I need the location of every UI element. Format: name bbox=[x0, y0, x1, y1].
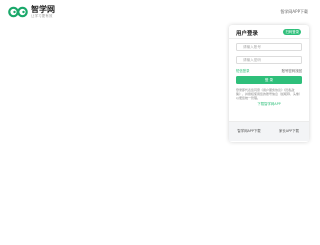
student-app-download-button[interactable]: 智学网APP下载 bbox=[233, 128, 265, 133]
brand-subtitle: 让学习更有效 bbox=[31, 14, 53, 18]
agreement-text: 登录即代表您同意《用户服务协议》《隐私政策》，并授权使用您的账号信息（如昵称、头… bbox=[236, 88, 303, 101]
username-input[interactable] bbox=[236, 43, 302, 51]
parent-app-download-button[interactable]: 家长APP下载 bbox=[273, 128, 305, 133]
login-button[interactable]: 登 录 bbox=[236, 76, 302, 84]
download-app-link[interactable]: 下载智学网APP bbox=[229, 101, 309, 106]
password-input[interactable] bbox=[236, 56, 302, 64]
app-download-bar: 智学网APP下载 家长APP下载 bbox=[229, 121, 309, 141]
brand-text: 智学网 让学习更有效 bbox=[31, 6, 55, 18]
top-app-download-link[interactable]: 智学网APP下载 bbox=[280, 9, 308, 15]
sms-login-link[interactable]: 短信登录 bbox=[236, 68, 250, 73]
brand-logo[interactable]: 智学网 让学习更有效 bbox=[8, 6, 55, 18]
logo-icon bbox=[8, 6, 28, 18]
qr-login-badge[interactable]: 扫码登录 bbox=[283, 28, 301, 35]
brand-title: 智学网 bbox=[31, 5, 55, 14]
login-title: 用户登录 bbox=[236, 30, 259, 37]
login-card-header: 用户登录 扫码登录 bbox=[229, 25, 309, 39]
forgot-password-link[interactable]: 账号密码找回 bbox=[282, 68, 302, 73]
